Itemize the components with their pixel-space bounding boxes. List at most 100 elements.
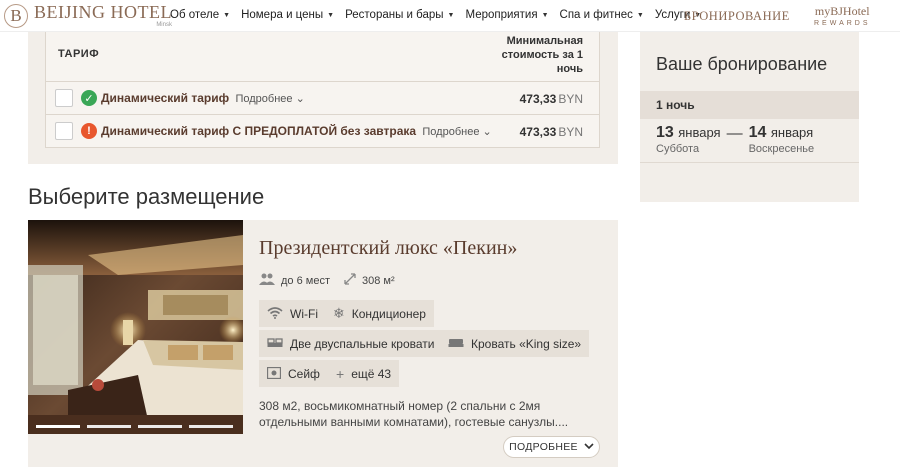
room-meta: до 6 мест 308 м² <box>259 273 409 288</box>
tariff-price: 473,33 BYN <box>520 125 583 139</box>
tariff-row[interactable]: ✓ Динамический тариф Подробнее ⌄ 473,33 B… <box>46 81 599 114</box>
booking-summary: Ваше бронирование 1 ночь 13 января Суббо… <box>640 32 859 202</box>
checkin-month: января <box>678 125 721 140</box>
carousel-dot[interactable] <box>87 425 131 428</box>
checkout-month: января <box>770 125 814 140</box>
safe-icon <box>266 366 282 382</box>
caret-down-icon: ▼ <box>541 11 549 19</box>
carousel-dot[interactable] <box>36 425 80 428</box>
bed-icon <box>448 336 464 352</box>
checkin-weekday: Суббота <box>656 143 700 155</box>
carousel-dot[interactable] <box>189 425 233 428</box>
amenity-label: Две двуспальные кровати <box>290 336 435 351</box>
nav-about[interactable]: Об отеле ▼ <box>170 9 230 21</box>
amenity-label: Кровать «King size» <box>471 336 582 351</box>
wifi-icon <box>267 306 283 322</box>
logo-title: BEIJING HOTEL <box>34 2 172 22</box>
checkin-day: 13 <box>656 124 674 141</box>
tariff-column-header: ТАРИФ <box>58 48 100 60</box>
tariff-price: 473,33 BYN <box>520 92 583 106</box>
check-circle-icon: ✓ <box>81 90 97 106</box>
tariff-more-label: Подробнее <box>422 126 480 138</box>
nav-rooms-label: Номера и цены <box>241 9 324 21</box>
tariff-name: Динамический тариф С ПРЕДОПЛАТОЙ без зав… <box>101 124 417 138</box>
section-title: Выберите размещение <box>28 184 265 209</box>
area-value: 308 м² <box>361 274 395 287</box>
logo-subtitle: Minsk <box>156 22 172 28</box>
amenity-two-beds: Две двуспальные кровати <box>259 330 443 357</box>
summary-divider <box>640 162 859 163</box>
room-photo[interactable] <box>28 220 243 434</box>
double-bed-icon <box>267 336 283 352</box>
rewards-subtitle: REWARDS <box>814 20 871 27</box>
tariff-more-link[interactable]: Подробнее ⌄ <box>235 93 304 105</box>
room-more-label: ПОДРОБНЕЕ <box>509 441 578 453</box>
caret-down-icon: ▼ <box>447 11 455 19</box>
nav-restaurants[interactable]: Рестораны и бары ▼ <box>345 9 454 21</box>
nav-about-label: Об отеле <box>170 9 220 21</box>
tariff-currency: BYN <box>558 92 583 106</box>
tariff-checkbox[interactable] <box>55 89 73 107</box>
room-title[interactable]: Президентский люкс «Пекин» <box>259 237 517 260</box>
nav-events-label: Мероприятия <box>465 9 538 21</box>
tariff-name: Динамический тариф <box>101 91 230 105</box>
booking-dates: 13 января Суббота — 14 января Воскресень… <box>656 125 814 155</box>
date-separator: — <box>726 125 743 142</box>
rewards-logo[interactable]: myBJHotel REWARDS <box>814 4 871 27</box>
site-header: B BEIJING HOTEL Minsk Об отеле ▼ Номера и… <box>0 0 900 32</box>
room-photo-image <box>28 220 243 434</box>
rewards-title: myBJHotel <box>814 4 870 18</box>
tariff-name-wrapper: Динамический тариф С ПРЕДОПЛАТОЙ без зав… <box>101 124 492 138</box>
tariff-table: ТАРИФ Минимальная стоимость за 1 ночь ✓ … <box>45 32 600 148</box>
carousel-indicators <box>36 425 240 428</box>
area-info: 308 м² <box>344 273 395 288</box>
nights-count: 1 ночь <box>640 91 859 119</box>
plus-icon: + <box>336 365 345 382</box>
nav-restaurants-label: Рестораны и бары <box>345 9 444 21</box>
amenity-label: Кондиционер <box>351 306 426 321</box>
guests-info: до 6 мест <box>259 273 330 288</box>
tariff-currency: BYN <box>558 125 583 139</box>
caret-down-icon: ▼ <box>223 11 231 19</box>
nav-spa[interactable]: Спа и фитнес ▼ <box>560 9 644 21</box>
tariff-price-value: 473,33 <box>519 92 557 106</box>
checkout-day: 14 <box>748 124 767 141</box>
checkout-weekday: Воскресенье <box>748 143 815 155</box>
amenity-wifi: Wi-Fi <box>259 300 326 327</box>
caret-down-icon: ▼ <box>327 11 335 19</box>
tariff-row[interactable]: ! Динамический тариф С ПРЕДОПЛАТОЙ без з… <box>46 114 599 147</box>
nav-events[interactable]: Мероприятия ▼ <box>465 9 548 21</box>
checkout-date: 14 января Воскресенье <box>749 125 815 155</box>
room-description: 308 м2, восьмикомнатный номер (2 спальни… <box>259 399 569 429</box>
room-more-button[interactable]: ПОДРОБНЕЕ <box>503 436 600 458</box>
amenity-label: Сейф <box>288 366 320 381</box>
carousel-dot[interactable] <box>138 425 182 428</box>
more-amenities[interactable]: + ещё 43 <box>328 360 400 387</box>
amenity-ac: ❄ Кондиционер <box>325 300 434 327</box>
tariff-more-label: Подробнее <box>235 93 293 105</box>
amenity-king-bed: Кровать «King size» <box>440 330 590 357</box>
booking-summary-title: Ваше бронирование <box>656 54 828 74</box>
min-cost-column-header: Минимальная стоимость за 1 ночь <box>501 35 583 75</box>
exclamation-circle-icon: ! <box>81 123 97 139</box>
chevron-down-icon: ⌄ <box>295 93 305 105</box>
guests-value: до 6 мест <box>281 274 330 287</box>
room-card: Президентский люкс «Пекин» до 6 мест 308… <box>28 220 618 467</box>
nav-rooms[interactable]: Номера и цены ▼ <box>241 9 334 21</box>
tariff-name-wrapper: Динамический тариф Подробнее ⌄ <box>101 91 305 105</box>
chevron-down-icon: ⌄ <box>482 126 492 138</box>
tariff-checkbox[interactable] <box>55 122 73 140</box>
booking-link[interactable]: БРОНИРОВАНИЕ <box>684 9 790 24</box>
chevron-down-icon <box>584 442 594 452</box>
caret-down-icon: ▼ <box>636 11 644 19</box>
logo-mark-icon: B <box>4 3 28 28</box>
amenity-label: Wi-Fi <box>290 306 318 321</box>
main-nav: Об отеле ▼ Номера и цены ▼ Рестораны и бар… <box>170 9 712 21</box>
tariff-more-link[interactable]: Подробнее ⌄ <box>422 126 491 138</box>
expand-arrows-icon <box>344 273 356 288</box>
checkin-date: 13 января Суббота <box>656 125 721 155</box>
nav-spa-label: Спа и фитнес <box>559 9 633 21</box>
people-icon <box>259 273 275 288</box>
amenity-label: ещё 43 <box>351 366 392 381</box>
hotel-logo[interactable]: B BEIJING HOTEL Minsk <box>4 3 172 28</box>
